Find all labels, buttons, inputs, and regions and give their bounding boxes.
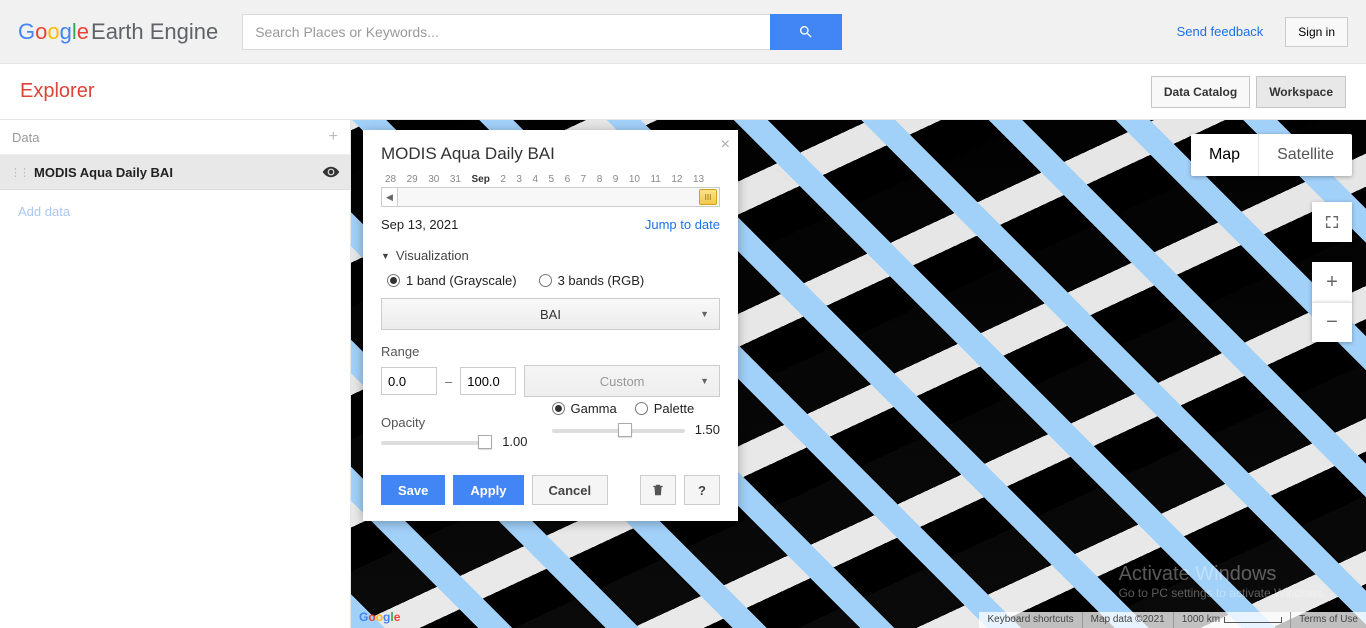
opacity-slider[interactable] [381,441,492,445]
timeline-prev-button[interactable]: ◀ [382,188,398,206]
google-earth-engine-logo: Google Earth Engine [18,19,218,45]
opacity-value: 1.00 [502,434,527,449]
range-dash: – [445,374,452,389]
fullscreen-button[interactable] [1312,202,1352,242]
chevron-down-icon: ▼ [700,309,709,319]
trash-icon [651,483,665,497]
delete-button[interactable] [640,475,676,505]
range-mode-select[interactable]: Custom ▼ [524,365,720,397]
satellite-tab[interactable]: Satellite [1258,134,1352,176]
product-name: Earth Engine [91,19,218,45]
timeline-tick: 10 [629,174,640,185]
band-select-value: BAI [540,307,561,322]
gamma-label: Gamma [571,401,617,416]
range-max-input[interactable] [460,367,516,395]
search-input[interactable] [242,14,770,50]
timeline-tick: 8 [597,174,603,185]
workspace-button[interactable]: Workspace [1256,76,1346,108]
layer-row[interactable]: ⋮⋮ MODIS Aqua Daily BAI [0,155,350,190]
band-grayscale-label: 1 band (Grayscale) [406,273,517,288]
chevron-down-icon: ▼ [700,376,709,386]
visualization-section-toggle[interactable]: ▼ Visualization [381,248,720,263]
sign-in-button[interactable]: Sign in [1285,17,1348,47]
drag-handle-icon[interactable]: ⋮⋮ [10,166,28,179]
gamma-radio[interactable]: Gamma [552,401,617,416]
range-label: Range [381,344,720,359]
band-grayscale-radio[interactable]: 1 band (Grayscale) [387,273,517,288]
search-wrap [242,14,842,50]
timeline-tick: 31 [450,174,461,185]
main: Data + ⋮⋮ MODIS Aqua Daily BAI Add data … [0,120,1366,628]
gamma-slider[interactable] [552,429,685,433]
timeline-tick: 5 [549,174,555,185]
band-select[interactable]: BAI ▼ [381,298,720,330]
app-header: Google Earth Engine Send feedback Sign i… [0,0,1366,64]
timeline-tick: Sep [472,174,490,185]
gamma-value: 1.50 [695,422,720,437]
page-title: Explorer [20,80,94,103]
timeline-track[interactable]: ◀ III [381,187,720,207]
visualization-label: Visualization [396,248,469,263]
popup-title: MODIS Aqua Daily BAI [381,144,720,164]
jump-to-date-link[interactable]: Jump to date [645,217,720,232]
google-logo: Google [359,610,400,624]
help-button[interactable]: ? [684,475,720,505]
timeline-tick: 30 [428,174,439,185]
fullscreen-icon [1324,214,1340,230]
timeline-tick: 4 [532,174,538,185]
zoom-out-button[interactable]: − [1312,302,1352,342]
layer-name: MODIS Aqua Daily BAI [34,165,173,180]
search-button[interactable] [770,14,842,50]
map-scale: 1000 km [1173,612,1290,628]
timeline: 28 29 30 31 Sep 23456789 10 11 12 13 ◀ III [381,174,720,207]
map-footer: Keyboard shortcuts Map data ©2021 1000 k… [979,612,1366,628]
visibility-toggle-icon[interactable] [322,163,340,181]
timeline-tick: 9 [613,174,619,185]
timeline-tick: 6 [565,174,571,185]
timeline-tick: 3 [516,174,522,185]
data-header: Data + [0,120,350,155]
palette-label: Palette [654,401,694,416]
layer-settings-popup: × MODIS Aqua Daily BAI 28 29 30 31 Sep 234567… [363,130,738,521]
timeline-tick: 2 [500,174,506,185]
add-data-link[interactable]: Add data [0,190,350,233]
data-catalog-button[interactable]: Data Catalog [1151,76,1250,108]
apply-button[interactable]: Apply [453,475,523,505]
search-icon [798,24,814,40]
map-type-switch: Map Satellite [1191,134,1352,176]
terms-link[interactable]: Terms of Use [1290,612,1366,628]
header-right: Send feedback Sign in [1177,17,1348,47]
cancel-button[interactable]: Cancel [532,475,609,505]
sidebar: Data + ⋮⋮ MODIS Aqua Daily BAI Add data [0,120,351,628]
timeline-handle[interactable]: III [699,189,717,205]
band-rgb-radio[interactable]: 3 bands (RGB) [539,273,645,288]
zoom-in-button[interactable]: + [1312,262,1352,302]
add-layer-icon[interactable]: + [329,128,338,146]
timeline-dates: 28 29 30 31 Sep 23456789 10 11 12 13 [381,174,720,185]
timeline-tick: 29 [407,174,418,185]
current-date: Sep 13, 2021 [381,217,458,232]
explorer-toolbar: Explorer Data Catalog Workspace [0,64,1366,120]
keyboard-shortcuts-link[interactable]: Keyboard shortcuts [979,612,1081,628]
timeline-tick: 7 [581,174,587,185]
timeline-tick: 28 [385,174,396,185]
palette-radio[interactable]: Palette [635,401,694,416]
opacity-label: Opacity [381,415,528,430]
band-rgb-label: 3 bands (RGB) [558,273,645,288]
timeline-tick: 11 [650,174,660,185]
range-mode-value: Custom [600,374,645,389]
map-data-attribution: Map data ©2021 [1082,612,1173,628]
range-min-input[interactable] [381,367,437,395]
timeline-tick: 13 [693,174,704,185]
data-label: Data [12,130,39,145]
close-popup-button[interactable]: × [721,136,730,154]
chevron-down-icon: ▼ [381,251,390,261]
timeline-tick: 12 [671,174,682,185]
map-area[interactable]: × MODIS Aqua Daily BAI 28 29 30 31 Sep 234567… [351,120,1366,628]
map-tab[interactable]: Map [1191,134,1258,176]
save-button[interactable]: Save [381,475,445,505]
send-feedback-link[interactable]: Send feedback [1177,24,1264,39]
